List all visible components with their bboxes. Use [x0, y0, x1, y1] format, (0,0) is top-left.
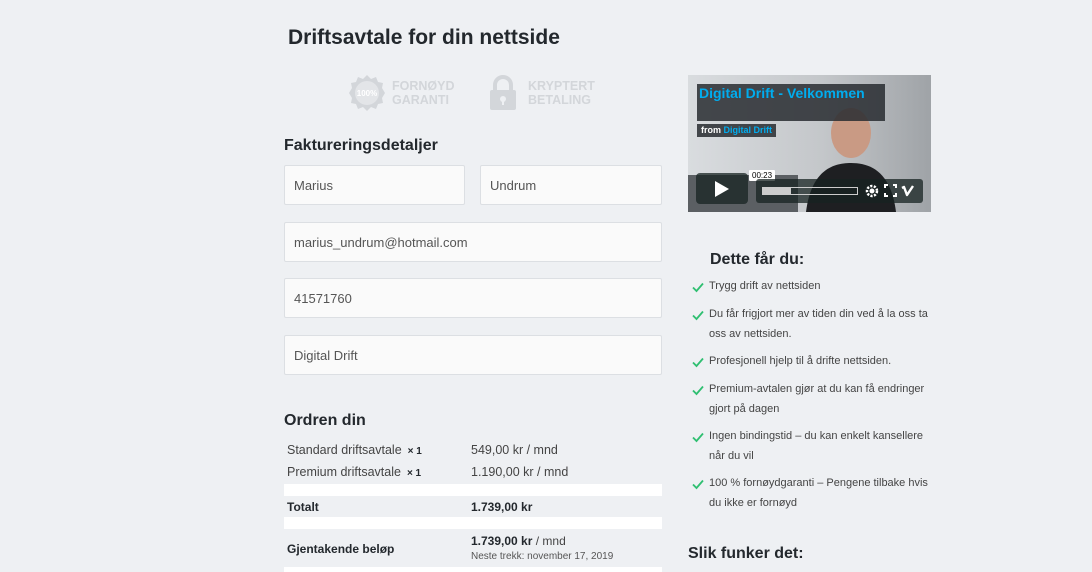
- recurring-unit: / mnd: [532, 534, 566, 548]
- first-name-input[interactable]: [284, 165, 465, 205]
- video-player[interactable]: Digital Drift - Velkommen from Digital D…: [688, 75, 931, 212]
- lock-icon: [490, 75, 516, 110]
- video-from: from Digital Drift: [697, 124, 776, 137]
- guarantee-line1: FORNØYD: [392, 79, 455, 93]
- check-icon: [692, 432, 704, 443]
- order-divider: [284, 517, 662, 529]
- check-icon: [692, 282, 704, 293]
- check-icon: [692, 479, 704, 490]
- order-item-price: 1.190,00 kr / mnd: [471, 465, 569, 479]
- order-heading: Ordren din: [284, 412, 366, 429]
- next-charge-date: Neste trekk: november 17, 2019: [471, 551, 614, 562]
- play-icon: [715, 181, 729, 197]
- order-item-qty: × 1: [407, 446, 422, 457]
- order-recurring-row: Gjentakende beløp 1.739,00 kr / mnd Nest…: [284, 529, 662, 567]
- guarantee-badge: 100% FORNØYD GARANTI: [348, 74, 462, 112]
- benefit-item: Du får frigjort mer av tiden din ved å l…: [692, 305, 937, 344]
- encrypted-line2: BETALING: [528, 93, 591, 107]
- order-total-value: 1.739,00 kr: [471, 500, 533, 514]
- check-icon: [692, 310, 704, 321]
- svg-text:100%: 100%: [357, 89, 377, 98]
- order-divider: [284, 567, 662, 572]
- fullscreen-icon[interactable]: [884, 184, 897, 197]
- gear-icon[interactable]: [865, 184, 879, 198]
- page-title: Driftsavtale for din nettside: [288, 26, 560, 49]
- video-author-link[interactable]: Digital Drift: [724, 125, 773, 135]
- check-icon: [692, 385, 704, 396]
- order-item-name: Standard driftsavtale: [287, 443, 402, 457]
- billing-heading: Faktureringsdetaljer: [284, 137, 438, 154]
- order-item-name: Premium driftsavtale: [287, 465, 401, 479]
- trust-badges: 100% FORNØYD GARANTI KRYPTERT BETALING: [348, 74, 608, 114]
- order-item-price: 549,00 kr / mnd: [471, 443, 558, 457]
- benefits-heading: Dette får du:: [710, 251, 805, 268]
- video-progress-bar[interactable]: [762, 187, 858, 195]
- how-it-works-heading: Slik funker det:: [688, 545, 804, 562]
- benefit-item: 100 % fornøydgaranti – Pengene tilbake h…: [692, 474, 937, 513]
- guarantee-line2: GARANTI: [392, 93, 449, 107]
- guarantee-seal-icon: 100%: [349, 75, 385, 111]
- order-total-row: Totalt 1.739,00 kr: [284, 496, 662, 517]
- video-controls: [756, 179, 923, 203]
- order-item-row: Standard driftsavtale × 1 549,00 kr / mnd: [284, 443, 662, 461]
- check-icon: [692, 357, 704, 368]
- last-name-input[interactable]: [480, 165, 662, 205]
- encrypted-line1: KRYPTERT: [528, 79, 595, 93]
- recurring-amount: 1.739,00 kr: [471, 534, 533, 548]
- order-divider: [284, 484, 662, 496]
- email-input[interactable]: [284, 222, 662, 262]
- video-title[interactable]: Digital Drift - Velkommen: [697, 84, 885, 121]
- video-progress-fill: [763, 188, 792, 194]
- play-button[interactable]: [696, 173, 748, 204]
- company-input[interactable]: [284, 335, 662, 375]
- benefit-item: Profesjonell hjelp til å drifte nettside…: [692, 352, 937, 372]
- recurring-label: Gjentakende beløp: [287, 542, 395, 556]
- encrypted-badge: KRYPTERT BETALING: [484, 74, 598, 112]
- benefit-item: Premium-avtalen gjør at du kan få endrin…: [692, 380, 937, 419]
- phone-input[interactable]: [284, 278, 662, 318]
- benefit-item: Ingen bindingstid – du kan enkelt kansel…: [692, 427, 937, 466]
- order-item-row: Premium driftsavtale × 1 1.190,00 kr / mn…: [284, 465, 662, 483]
- benefit-item: Trygg drift av nettsiden: [692, 277, 937, 297]
- order-item-qty: × 1: [406, 468, 422, 479]
- order-total-label: Totalt: [287, 500, 319, 514]
- vimeo-logo-icon[interactable]: [901, 184, 915, 198]
